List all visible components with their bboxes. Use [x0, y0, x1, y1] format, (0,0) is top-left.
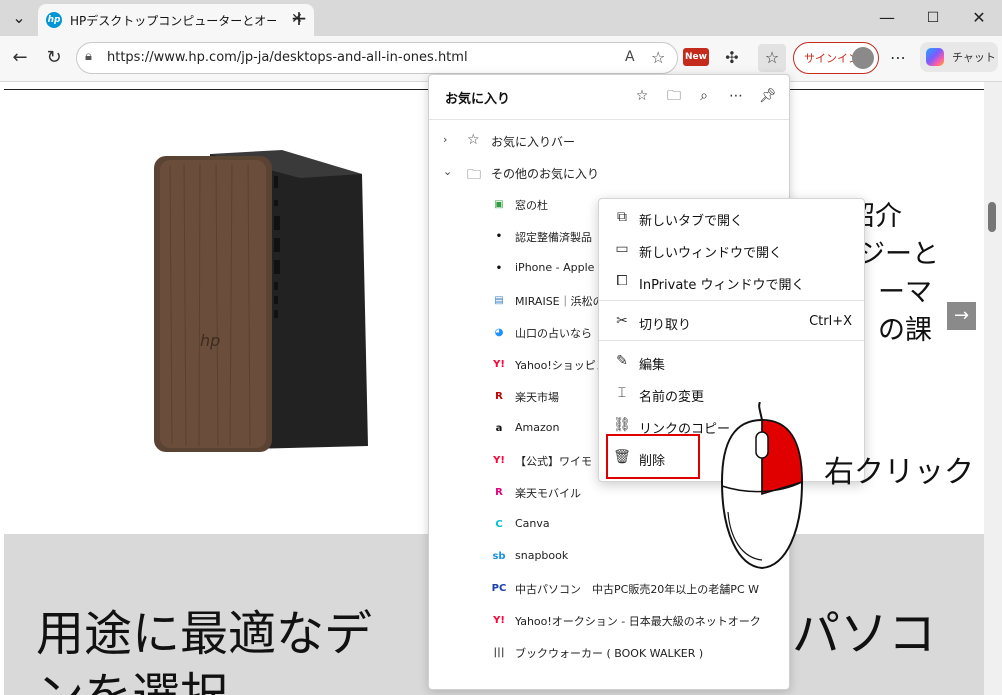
menu-label: 編集	[639, 358, 666, 373]
extensions-puzzle-icon[interactable]: ✣	[718, 44, 746, 72]
chevron-down-icon: ⌄	[443, 165, 453, 178]
back-arrow-icon[interactable]: ←	[6, 44, 34, 72]
menu-shortcut: Ctrl+X	[809, 314, 852, 329]
snapbook-icon: sb	[492, 551, 506, 562]
add-favorite-icon[interactable]: ☆	[629, 83, 655, 109]
menu-cut[interactable]: ✂ 切り取り Ctrl+X	[599, 306, 864, 338]
menu-edit[interactable]: ✎ 編集	[599, 346, 864, 378]
avatar	[852, 47, 874, 69]
pin-icon[interactable]: 📌︎	[755, 83, 781, 109]
favorite-item[interactable]: PC 中古パソコン 中古PC販売20年以上の老舗PC W	[429, 573, 789, 605]
folder-other-favorites[interactable]: ⌄ 🗀︎ その他のお気に入り	[429, 157, 789, 189]
close-window-icon[interactable]: ✕	[964, 3, 994, 33]
minimize-icon[interactable]: —	[872, 3, 902, 33]
page-scrollbar[interactable]	[984, 82, 1002, 695]
more-menu-icon[interactable]: ⋯	[884, 44, 912, 72]
desktop-tower-image: hp	[154, 150, 368, 452]
yahoo-icon: Y!	[493, 359, 505, 370]
favorite-item-label: Yahoo!オークション - 日本最大級のネットオーク	[515, 615, 761, 628]
favorite-item-label: 中古パソコン 中古PC販売20年以上の老舗PC W	[515, 583, 759, 596]
menu-label: 新しいウィンドウで開く	[639, 246, 783, 261]
menu-open-new-window[interactable]: ▭ 新しいウィンドウで開く	[599, 234, 864, 266]
menu-label: InPrivate ウィンドウで開く	[639, 278, 805, 293]
page-right-text-2: ジーと	[858, 239, 939, 270]
yahoo-icon: Y!	[493, 615, 505, 626]
canva-icon: C	[495, 519, 503, 530]
madonomori-icon: ▣	[494, 199, 504, 210]
tab-actions-chevron-icon[interactable]: ⌄	[4, 3, 34, 33]
menu-open-inprivate[interactable]: ⧠ InPrivate ウィンドウで開く	[599, 266, 864, 298]
yamaguchi-icon: ◕	[494, 327, 504, 338]
refresh-icon[interactable]: ↻	[40, 44, 68, 72]
favorite-item[interactable]: ||| ブックウォーカー ( BOOK WALKER )	[429, 637, 789, 669]
add-folder-icon[interactable]: 🗀︎	[661, 83, 687, 109]
folder-favorites-bar[interactable]: › ☆ お気に入りバー	[429, 125, 789, 157]
apple-icon: •	[495, 231, 503, 242]
pc-icon: PC	[491, 583, 507, 594]
copilot-icon	[926, 48, 944, 66]
rakuten-icon: R	[495, 391, 503, 402]
signin-label: サインイン	[804, 52, 859, 65]
scrollbar-thumb[interactable]	[988, 202, 996, 232]
hp-logo-icon: hp	[46, 12, 62, 28]
folder-icon: 🗀︎	[467, 167, 481, 183]
new-tab-plus-icon[interactable]: +	[284, 3, 314, 33]
section-headline-end: パソコ	[792, 606, 937, 662]
folder-label: その他のお気に入り	[491, 167, 600, 181]
tab-title: HPデスクトップコンピューターとオールインワン	[70, 14, 276, 28]
rakuten-mobile-icon: R	[495, 487, 503, 498]
apple-icon: •	[495, 263, 503, 274]
folder-label: お気に入りバー	[491, 135, 576, 149]
section-headline-line2: ンを選択	[36, 656, 228, 695]
read-aloud-icon[interactable]: A	[625, 49, 635, 65]
copilot-label: チャット	[952, 51, 996, 64]
bookwalker-icon: |||	[493, 647, 505, 658]
inprivate-icon: ⧠	[616, 273, 628, 289]
section-headline: 用途に最適なデ	[36, 606, 373, 662]
page-right-text-3: ーマ	[878, 277, 932, 308]
right-click-caption: 右クリック	[824, 455, 974, 490]
menu-open-new-tab[interactable]: ⧉ 新しいタブで開く	[599, 202, 864, 234]
chevron-right-icon: ›	[443, 133, 448, 146]
edit-pencil-icon: ✎	[616, 353, 628, 369]
browser-tab[interactable]: hp HPデスクトップコンピューターとオールインワン ✕	[38, 4, 314, 36]
amazon-icon: a	[495, 423, 503, 434]
more-options-icon[interactable]: ⋯	[723, 83, 749, 109]
site-info-lock-icon[interactable]: 🔒︎	[85, 49, 92, 64]
menu-label: 切り取り	[639, 318, 692, 333]
favorite-item[interactable]: Y! Yahoo!オークション - 日本最大級のネットオーク	[429, 605, 789, 637]
page-right-text-4: の課	[878, 315, 932, 346]
link-icon: ⛓	[613, 417, 631, 433]
carousel-next-arrow-icon[interactable]: →	[947, 302, 976, 330]
address-bar[interactable]: 🔒︎ https://www.hp.com/jp-ja/desktops-and…	[76, 42, 678, 74]
favorite-item-label: ブックウォーカー ( BOOK WALKER )	[515, 647, 704, 660]
maximize-icon[interactable]: ☐	[918, 3, 948, 33]
rename-icon: ⌶	[617, 385, 627, 401]
signin-button[interactable]: サインイン	[793, 42, 879, 74]
favorites-list-icon[interactable]: ☆	[758, 44, 786, 72]
menu-divider	[599, 300, 864, 301]
search-icon[interactable]: ⌕	[691, 83, 717, 109]
menu-label: 名前の変更	[639, 390, 705, 405]
favorites-title: お気に入り	[445, 92, 511, 107]
cut-icon: ✂	[616, 313, 628, 329]
copilot-chat-button[interactable]: チャット	[920, 42, 998, 72]
svg-text:hp: hp	[200, 331, 220, 350]
title-bar: ⌄ hp HPデスクトップコンピューターとオールインワン ✕ + — ☐ ✕	[0, 0, 1002, 36]
new-window-icon: ▭	[615, 241, 629, 257]
menu-label: 新しいタブで開く	[639, 214, 744, 229]
menu-divider	[599, 340, 864, 341]
mouse-right-click-icon	[720, 402, 804, 570]
favorite-star-icon[interactable]: ☆	[651, 48, 665, 67]
panel-divider	[429, 119, 789, 120]
miraise-icon: ▤	[494, 295, 504, 306]
delete-highlight-box	[606, 434, 700, 479]
star-icon: ☆	[467, 132, 480, 148]
url-text: https://www.hp.com/jp-ja/desktops-and-al…	[107, 50, 468, 65]
new-badge[interactable]: New	[683, 48, 709, 66]
ymobile-icon: Y!	[493, 455, 505, 466]
new-tab-icon: ⧉	[617, 209, 627, 225]
